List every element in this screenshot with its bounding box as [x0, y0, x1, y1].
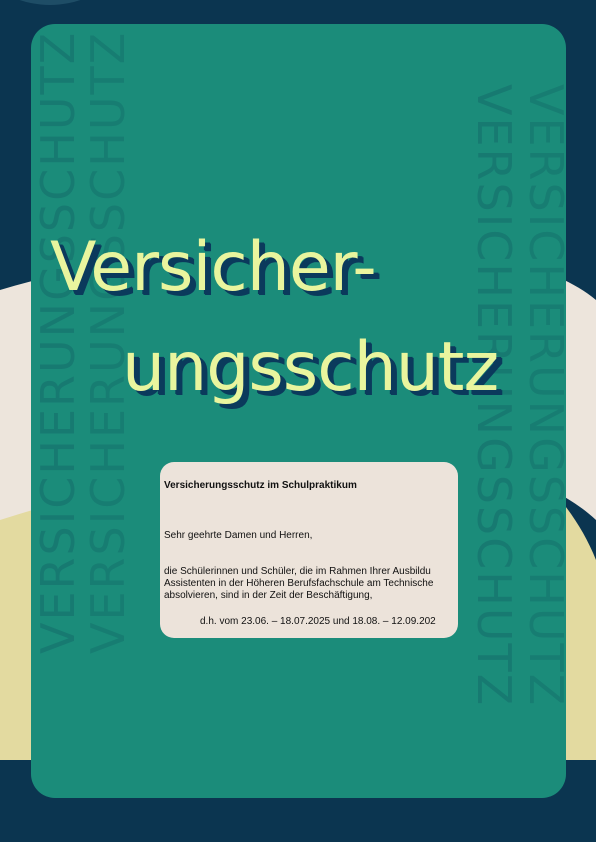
letter-paragraph-line: absolvieren, sind in der Zeit der Beschä… — [164, 590, 373, 601]
title-line-1: Versicher- — [50, 228, 377, 307]
letter-paragraph-line: Assistenten in der Höheren Berufsfachsch… — [164, 578, 434, 589]
watermark-left-outer: VERSICHERUNGSSCHUTZ — [31, 30, 85, 654]
top-arc-decoration — [19, 0, 81, 5]
letter-paragraph-line: die Schülerinnen und Schüler, die im Rah… — [164, 566, 431, 577]
title-line-2: ungsschutz — [122, 328, 499, 407]
watermark-right-outer: VERSICHERUNGSSCHUTZ — [519, 84, 566, 708]
letter-box: Versicherungsschutz im Schulpraktikum Se… — [160, 462, 458, 638]
letter-greeting: Sehr geehrte Damen und Herren, — [164, 530, 313, 541]
content-card: VERSICHERUNGSSCHUTZ VERSICHERUNGSSCHUTZ … — [31, 24, 566, 798]
letter-subject: Versicherungsschutz im Schulpraktikum — [164, 480, 357, 491]
letter-dates: d.h. vom 23.06. – 18.07.2025 und 18.08. … — [200, 616, 436, 627]
letter-paragraph: die Schülerinnen und Schüler, die im Rah… — [164, 566, 458, 602]
